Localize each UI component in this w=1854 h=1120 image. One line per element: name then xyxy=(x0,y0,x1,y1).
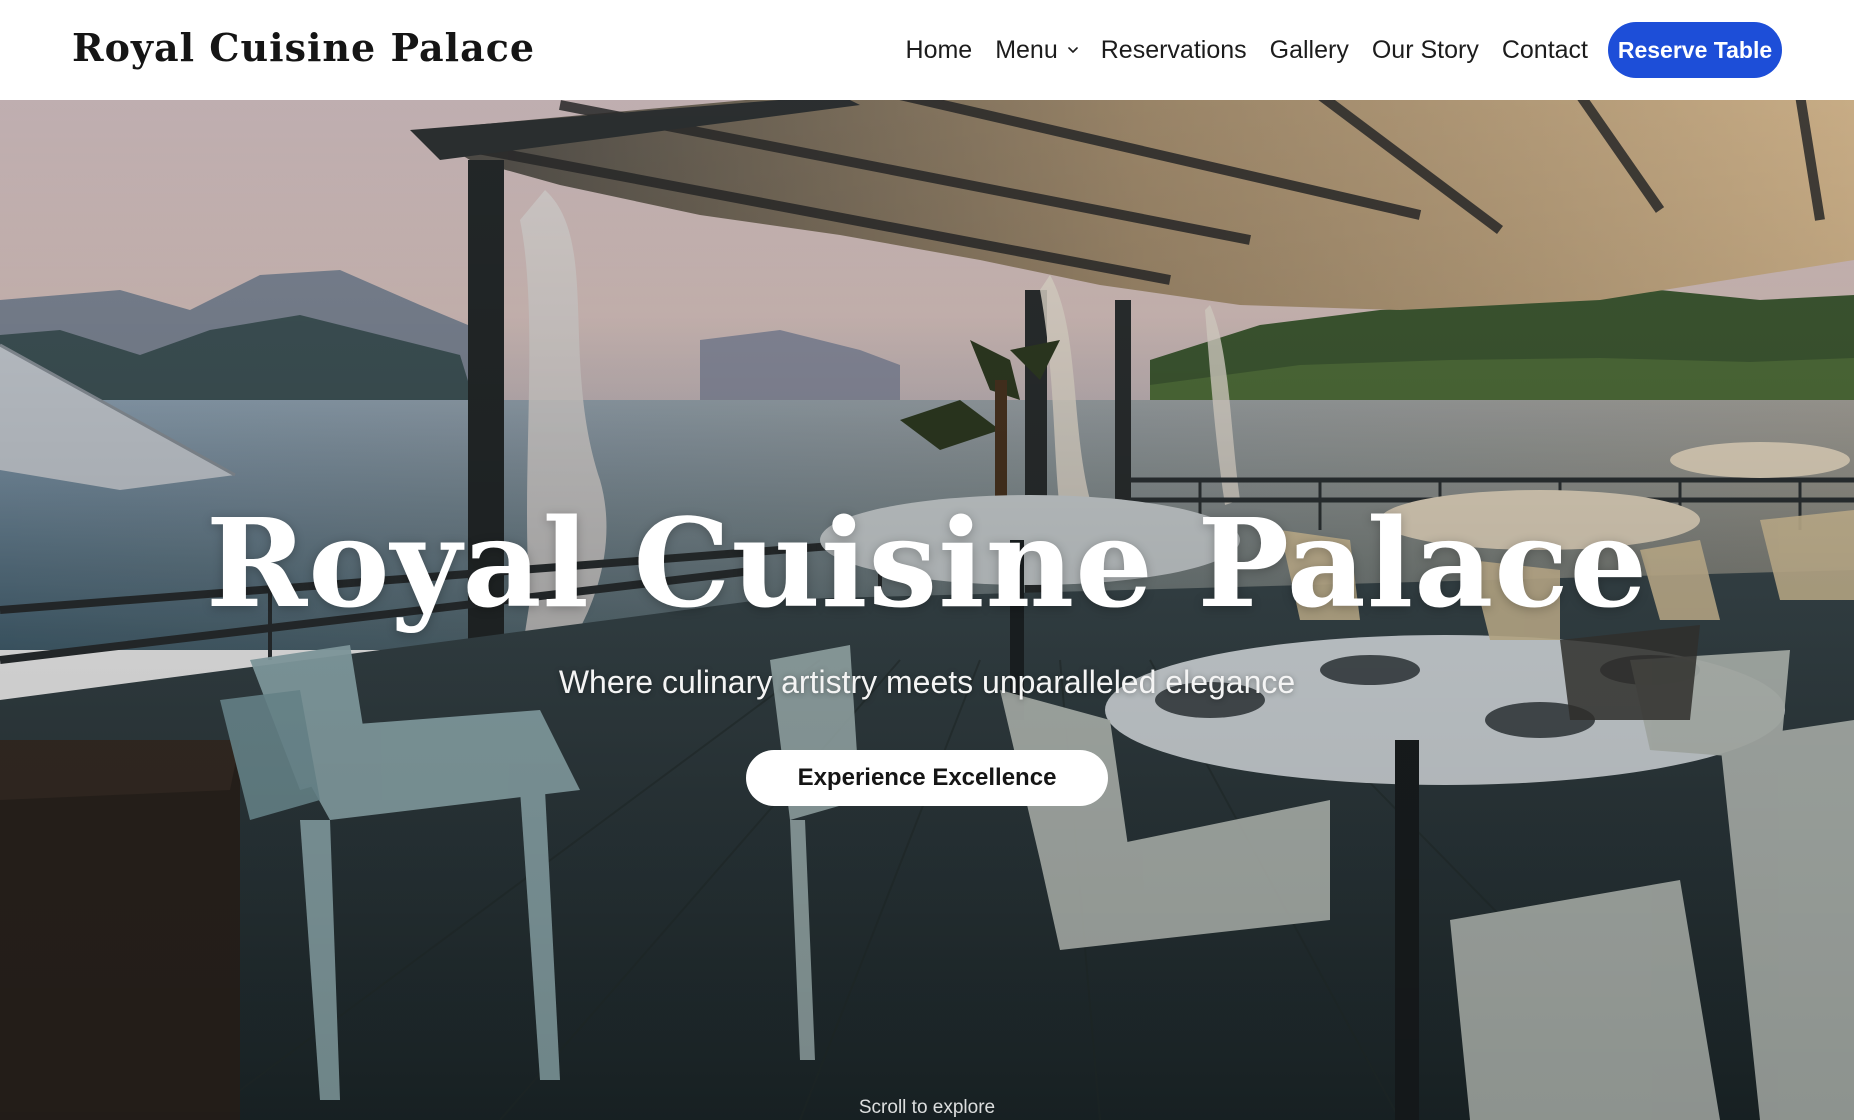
nav-reservations-label: Reservations xyxy=(1100,35,1247,64)
main-nav: Home Menu Reservations Gallery Our Story… xyxy=(906,22,1782,78)
nav-gallery-label: Gallery xyxy=(1269,35,1349,64)
nav-our-story[interactable]: Our Story xyxy=(1372,36,1479,65)
nav-contact-label: Contact xyxy=(1501,35,1588,64)
hero-subtitle: Where culinary artistry meets unparallel… xyxy=(558,664,1296,700)
scroll-hint[interactable]: Scroll to explore xyxy=(0,1096,1854,1120)
site-logo[interactable]: Royal Cuisine Palace xyxy=(72,24,535,72)
nav-reservations[interactable]: Reservations xyxy=(1101,36,1247,65)
chevron-down-icon xyxy=(1067,47,1078,53)
nav-contact[interactable]: Contact xyxy=(1502,36,1588,65)
hero-section: Royal Cuisine Palace Where culinary arti… xyxy=(0,100,1854,1120)
nav-home[interactable]: Home xyxy=(906,36,973,65)
site-header: Royal Cuisine Palace Home Menu Reservati… xyxy=(0,0,1854,100)
hero-title: Royal Cuisine Palace xyxy=(205,491,1649,635)
nav-menu[interactable]: Menu xyxy=(995,36,1078,65)
nav-home-label: Home xyxy=(905,35,973,64)
nav-our-story-label: Our Story xyxy=(1371,35,1479,64)
experience-excellence-button[interactable]: Experience Excellence xyxy=(746,750,1108,806)
reserve-table-button[interactable]: Reserve Table xyxy=(1608,22,1782,78)
nav-gallery[interactable]: Gallery xyxy=(1270,36,1349,65)
nav-menu-label: Menu xyxy=(995,35,1058,64)
